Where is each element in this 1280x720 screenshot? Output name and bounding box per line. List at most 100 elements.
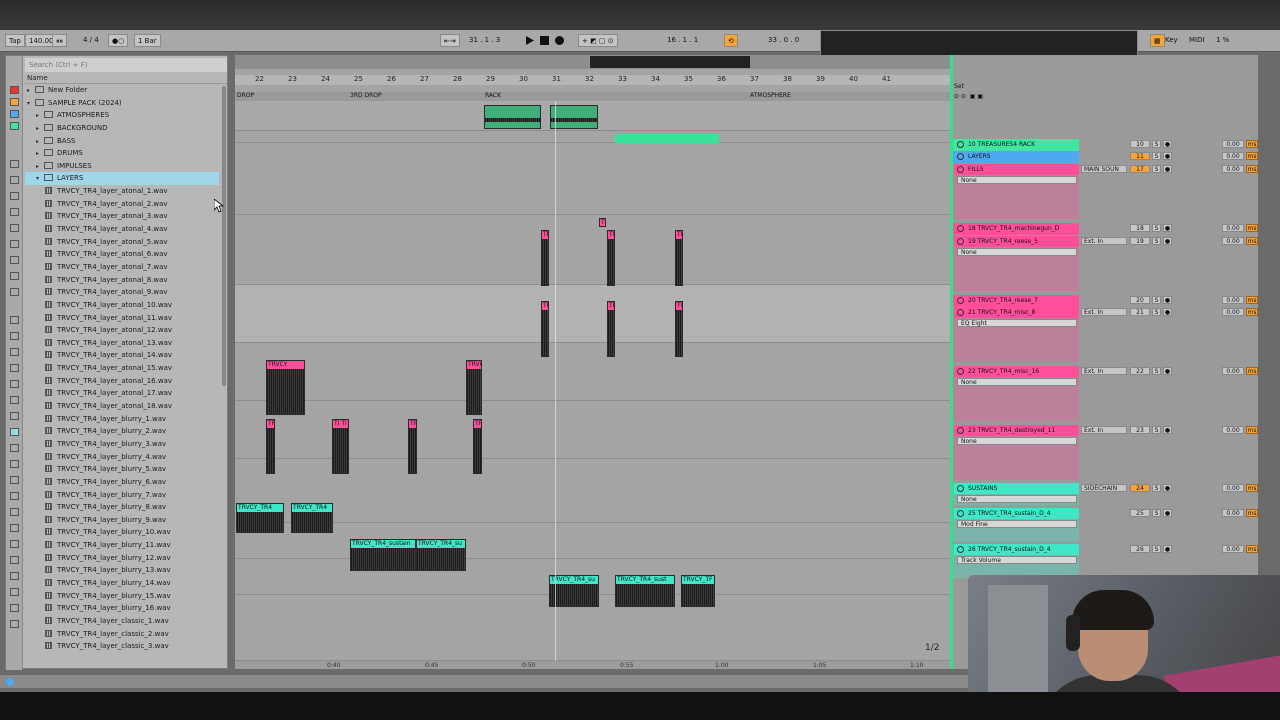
browser-file-item[interactable]: TRVCY_TR4_layer_atonal_8.wav xyxy=(25,274,219,287)
track-lane[interactable] xyxy=(235,343,950,401)
track-delay-unit[interactable]: ms xyxy=(1246,426,1258,434)
track-lane[interactable] xyxy=(235,285,950,343)
solo-button[interactable]: S xyxy=(1152,224,1161,232)
browser-file-item[interactable]: TRVCY_TR4_layer_atonal_12.wav xyxy=(25,324,219,337)
stop-icon[interactable] xyxy=(539,35,550,46)
drums-icon[interactable] xyxy=(10,176,19,184)
browser-file-item[interactable]: TRVCY_TR4_layer_blurry_14.wav xyxy=(25,577,219,590)
browser-file-item[interactable]: TRVCY_TR4_layer_atonal_14.wav xyxy=(25,349,219,362)
arm-button[interactable]: ● xyxy=(1163,308,1172,316)
input-routing-select[interactable]: Ext. In xyxy=(1081,367,1127,375)
audio-clip[interactable]: TI xyxy=(675,301,683,357)
track-name[interactable]: 10 TREASURES4 RACK xyxy=(954,139,1079,150)
solo-button[interactable]: S xyxy=(1152,509,1161,517)
fold-toggle-icon[interactable] xyxy=(957,309,964,316)
track-name[interactable]: LAYERS xyxy=(954,151,1079,162)
clips-icon[interactable] xyxy=(10,272,19,280)
track-delay-unit[interactable]: ms xyxy=(1246,367,1258,375)
folder-icon[interactable] xyxy=(10,572,19,580)
max-for-live-icon[interactable] xyxy=(10,240,19,248)
track-name[interactable]: 20 TRVCY_TR4_reese_7 xyxy=(954,295,1079,306)
track-volume[interactable]: 0.00 xyxy=(1222,296,1244,304)
solo-button[interactable]: S xyxy=(1152,165,1161,173)
track-delay-unit[interactable]: ms xyxy=(1246,152,1258,160)
track-delay-unit[interactable]: ms xyxy=(1246,296,1258,304)
solo-button[interactable]: S xyxy=(1152,426,1161,434)
mixer-track[interactable]: 18 TRVCY_TR4_machinegun_D 18 S ● 0.00 ms xyxy=(950,223,1258,235)
solo-button[interactable]: S xyxy=(1152,296,1161,304)
browser-folder-item[interactable]: ▸ IMPULSES xyxy=(25,160,219,173)
audio-clip[interactable]: TRVI xyxy=(473,419,482,474)
follow-button[interactable]: ⇤⇥ xyxy=(440,34,460,47)
browser-file-item[interactable]: TRVCY_TR4_layer_blurry_1.wav xyxy=(25,413,219,426)
folder-icon[interactable] xyxy=(10,428,19,436)
track-lane[interactable] xyxy=(235,215,950,285)
solo-button[interactable]: S xyxy=(1152,367,1161,375)
track-activator-button[interactable]: 17 xyxy=(1130,165,1150,173)
audio-clip[interactable]: TRVCY_TR4_sust xyxy=(615,575,675,607)
folder-icon[interactable] xyxy=(10,508,19,516)
browser-folder-item[interactable]: ▾ LAYERS xyxy=(25,172,219,186)
mixer-track[interactable]: LAYERS 11 S ● 0.00 ms xyxy=(950,151,1258,163)
samples-icon[interactable] xyxy=(10,288,19,296)
track-volume[interactable]: 0.00 xyxy=(1222,308,1244,316)
arm-button[interactable]: ● xyxy=(1163,545,1172,553)
track-delay-unit[interactable]: ms xyxy=(1246,224,1258,232)
browser-file-item[interactable]: TRVCY_TR4_layer_blurry_4.wav xyxy=(25,451,219,464)
audio-clip[interactable]: TRVCY xyxy=(266,360,305,415)
arm-button[interactable]: ● xyxy=(1163,509,1172,517)
track-name[interactable]: 26 TRVCY_TR4_sustain_D_4 xyxy=(954,544,1079,555)
track-volume[interactable]: 0.00 xyxy=(1222,237,1244,245)
arm-button[interactable]: ● xyxy=(1163,165,1172,173)
fold-toggle-icon[interactable] xyxy=(957,141,964,148)
track-name[interactable]: 19 TRVCY_TR4_reese_5 xyxy=(954,236,1079,247)
browser-file-item[interactable]: TRVCY_TR4_layer_atonal_4.wav xyxy=(25,223,219,236)
play-icon[interactable] xyxy=(524,35,535,46)
browser-file-item[interactable]: TRVCY_TR4_layer_classic_1.wav xyxy=(25,615,219,628)
browser-file-item[interactable]: TRVCY_TR4_layer_atonal_1.wav xyxy=(25,185,219,198)
audio-clip[interactable]: TRVI xyxy=(408,419,417,474)
browser-file-item[interactable]: TRVCY_TR4_layer_atonal_17.wav xyxy=(25,387,219,400)
audio-clip[interactable]: TRVC xyxy=(466,360,482,415)
browser-folder-item[interactable]: ▸ DRUMS xyxy=(25,147,219,160)
nudge-buttons[interactable]: ⏸⏸ xyxy=(52,34,67,47)
track-delay-unit[interactable]: ms xyxy=(1246,509,1258,517)
browser-file-item[interactable]: TRVCY_TR4_layer_atonal_15.wav xyxy=(25,362,219,375)
browser-file-item[interactable]: TRVCY_TR4_layer_atonal_18.wav xyxy=(25,400,219,413)
track-delay-unit[interactable]: ms xyxy=(1246,545,1258,553)
folder-icon[interactable] xyxy=(10,444,19,452)
fold-toggle-icon[interactable] xyxy=(957,427,964,434)
track-name[interactable]: 18 TRVCY_TR4_machinegun_D xyxy=(954,223,1079,234)
audio-clip[interactable]: TRVCY_TF xyxy=(681,575,715,607)
audio-clip[interactable]: TI xyxy=(607,301,615,357)
metronome-button[interactable]: ●○ xyxy=(108,34,129,47)
track-volume[interactable]: 0.00 xyxy=(1222,224,1244,232)
mixer-track[interactable]: 25 TRVCY_TR4_sustain_D_4 25 S ● 0.00 ms Mod Fi… xyxy=(950,508,1258,542)
device-chooser-select[interactable]: None xyxy=(957,437,1077,445)
device-chooser-select[interactable]: EQ Eight xyxy=(957,319,1077,327)
browser-file-item[interactable]: TRVCY_TR4_layer_atonal_7.wav xyxy=(25,261,219,274)
key-map-button[interactable]: Key xyxy=(1162,34,1181,47)
audio-clip[interactable]: TRVCY_TR4 xyxy=(236,503,284,533)
browser-file-item[interactable]: TRVCY_TR4_layer_atonal_9.wav xyxy=(25,286,219,299)
browser-file-item[interactable]: TRVCY_TR4_layer_blurry_6.wav xyxy=(25,476,219,489)
track-name[interactable]: FILLS xyxy=(954,164,1079,175)
browser-file-item[interactable]: TRVCY_TR4_layer_blurry_7.wav xyxy=(25,489,219,502)
solo-button[interactable]: S xyxy=(1152,140,1161,148)
color-tag-orange-icon[interactable] xyxy=(10,98,19,106)
track-activator-button[interactable]: 26 xyxy=(1130,545,1150,553)
time-ruler[interactable]: 0:40 0:45 0:50 0:55 1:00 1:05 1:10 xyxy=(235,661,950,669)
arm-button[interactable]: ● xyxy=(1163,367,1172,375)
fold-toggle-icon[interactable] xyxy=(957,510,964,517)
track-name[interactable]: SUSTAINS xyxy=(954,483,1079,494)
track-activator-button[interactable]: 20 xyxy=(1130,296,1150,304)
fold-toggle-icon[interactable] xyxy=(957,238,964,245)
device-chooser-select[interactable]: None xyxy=(957,495,1077,503)
input-routing-select[interactable]: Ext. In xyxy=(1081,426,1127,434)
browser-file-item[interactable]: TRVCY_TR4_layer_atonal_3.wav xyxy=(25,210,219,223)
audio-clip[interactable] xyxy=(550,105,598,129)
mixer-toolbar[interactable]: ⊙ ⊙ ▣ ▣ xyxy=(954,93,1014,101)
browser-file-item[interactable]: TRVCY_TR4_layer_blurry_15.wav xyxy=(25,590,219,603)
track-activator-button[interactable]: 22 xyxy=(1130,367,1150,375)
mixer-track[interactable]: FILLS MAIN SOUN 17 S ● 0.00 ms None xyxy=(950,164,1258,219)
